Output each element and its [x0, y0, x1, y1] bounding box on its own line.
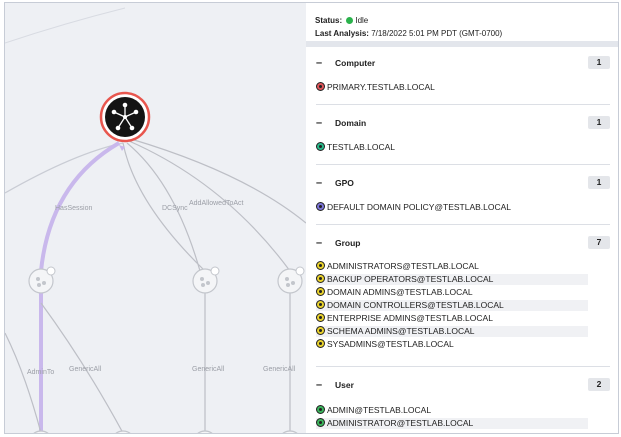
edge-label-genericall: GenericAll: [192, 366, 225, 373]
edge-label-dcsync: DCSync: [162, 205, 188, 212]
item-label: SYSADMINS@TESTLAB.LOCAL: [327, 339, 454, 349]
domain-icon: [316, 142, 325, 151]
user-icon: [316, 405, 325, 414]
status-indicator-icon: [346, 17, 354, 24]
item-label: ADMINISTRATORS@TESTLAB.LOCAL: [327, 261, 479, 271]
section-title: User: [335, 380, 354, 390]
collapse-icon[interactable]: –: [316, 177, 322, 189]
list-item[interactable]: BACKUP OPERATORS@TESTLAB.LOCAL: [316, 274, 588, 285]
node[interactable]: [278, 430, 302, 434]
edge-label-addallowedtoact: AddAllowedToAct: [189, 200, 244, 207]
divider: [316, 104, 610, 105]
status-label: Status:: [315, 16, 343, 25]
count-badge: 1: [588, 56, 610, 69]
item-label: PRIMARY.TESTLAB.LOCAL: [327, 82, 435, 92]
edge-label-adminto: AdminTo: [27, 369, 54, 376]
group-node[interactable]: [277, 266, 305, 294]
node[interactable]: [29, 430, 53, 434]
count-badge: 1: [588, 116, 610, 129]
group-icon: [316, 313, 325, 322]
section-header-domain[interactable]: – Domain 1: [316, 116, 610, 131]
status-bar: Status: Idle Last Analysis: 7/18/2022 5:…: [306, 3, 618, 47]
count-badge: 7: [588, 236, 610, 249]
list-item[interactable]: ADMINISTRATOR@TESTLAB.LOCAL: [316, 418, 588, 429]
group-icon: [316, 300, 325, 309]
node[interactable]: [111, 430, 135, 434]
app-window: HasSession DCSync AddAllowedToAct AdminT…: [4, 2, 619, 434]
item-label: TESTLAB.LOCAL: [327, 142, 396, 152]
last-analysis-line: Last Analysis: 7/18/2022 5:01 PM PDT (GM…: [315, 29, 502, 38]
collapse-icon[interactable]: –: [316, 237, 322, 249]
group-icon: [316, 287, 325, 296]
group-icon: [316, 261, 325, 270]
edge-label-hassession: HasSession: [55, 205, 92, 212]
section-title: GPO: [335, 178, 354, 188]
last-analysis-value: 7/18/2022 5:01 PM PDT (GMT-0700): [371, 29, 503, 38]
edge-line: [5, 332, 42, 433]
section-title: Computer: [335, 58, 376, 68]
list-item[interactable]: DEFAULT DOMAIN POLICY@TESTLAB.LOCAL: [316, 202, 511, 213]
item-label: ADMINISTRATOR@TESTLAB.LOCAL: [327, 418, 474, 428]
list-item[interactable]: DOMAIN ADMINS@TESTLAB.LOCAL: [316, 287, 473, 298]
user-icon: [316, 418, 325, 427]
collapse-icon[interactable]: –: [316, 379, 322, 391]
edge-label-genericall: GenericAll: [69, 366, 102, 373]
item-label: DOMAIN ADMINS@TESTLAB.LOCAL: [327, 287, 473, 297]
list-item[interactable]: TESTLAB.LOCAL: [316, 142, 395, 153]
gpo-icon: [316, 202, 325, 211]
list-item[interactable]: SYSADMINS@TESTLAB.LOCAL: [316, 339, 454, 350]
item-label: DEFAULT DOMAIN POLICY@TESTLAB.LOCAL: [327, 202, 512, 212]
section-header-group[interactable]: – Group 7: [316, 236, 610, 251]
edge-line: [130, 138, 306, 224]
section-header-gpo[interactable]: – GPO 1: [316, 176, 610, 191]
node[interactable]: [193, 430, 217, 434]
item-label: SCHEMA ADMINS@TESTLAB.LOCAL: [327, 326, 475, 336]
target-domain-node[interactable]: [99, 91, 151, 143]
collapse-icon[interactable]: –: [316, 117, 322, 129]
divider: [316, 224, 610, 225]
status-value: Idle: [355, 16, 369, 25]
edge-label-genericall: GenericAll: [263, 366, 296, 373]
divider: [316, 366, 610, 367]
group-icon: [316, 339, 325, 348]
group-node[interactable]: [192, 266, 220, 294]
list-item[interactable]: ADMIN@TESTLAB.LOCAL: [316, 405, 431, 416]
list-item[interactable]: PRIMARY.TESTLAB.LOCAL: [316, 82, 435, 93]
computer-icon: [316, 82, 325, 91]
list-item[interactable]: ADMINISTRATORS@TESTLAB.LOCAL: [316, 261, 479, 272]
group-icon: [316, 274, 325, 283]
section-title: Domain: [335, 118, 367, 128]
group-node[interactable]: [28, 266, 56, 294]
list-item[interactable]: DOMAIN CONTROLLERS@TESTLAB.LOCAL: [316, 300, 588, 311]
list-item[interactable]: ENTERPRISE ADMINS@TESTLAB.LOCAL: [316, 313, 493, 324]
group-icon: [316, 326, 325, 335]
collapse-icon[interactable]: –: [316, 57, 322, 69]
last-analysis-label: Last Analysis:: [315, 29, 369, 38]
count-badge: 1: [588, 176, 610, 189]
graph-svg: HasSession DCSync AddAllowedToAct AdminT…: [5, 7, 306, 434]
results-panel: Status: Idle Last Analysis: 7/18/2022 5:…: [306, 3, 618, 433]
section-header-computer[interactable]: – Computer 1: [316, 56, 610, 71]
section-header-user[interactable]: – User 2: [316, 378, 610, 393]
count-badge: 2: [588, 378, 610, 391]
graph-canvas[interactable]: HasSession DCSync AddAllowedToAct AdminT…: [5, 3, 306, 434]
section-title: Group: [335, 238, 361, 248]
item-label: DOMAIN CONTROLLERS@TESTLAB.LOCAL: [327, 300, 504, 310]
item-label: BACKUP OPERATORS@TESTLAB.LOCAL: [327, 274, 494, 284]
status-line: Status: Idle: [315, 16, 368, 25]
list-item[interactable]: SCHEMA ADMINS@TESTLAB.LOCAL: [316, 326, 588, 337]
divider: [316, 164, 610, 165]
item-label: ENTERPRISE ADMINS@TESTLAB.LOCAL: [327, 313, 493, 323]
item-label: ADMIN@TESTLAB.LOCAL: [327, 405, 432, 415]
